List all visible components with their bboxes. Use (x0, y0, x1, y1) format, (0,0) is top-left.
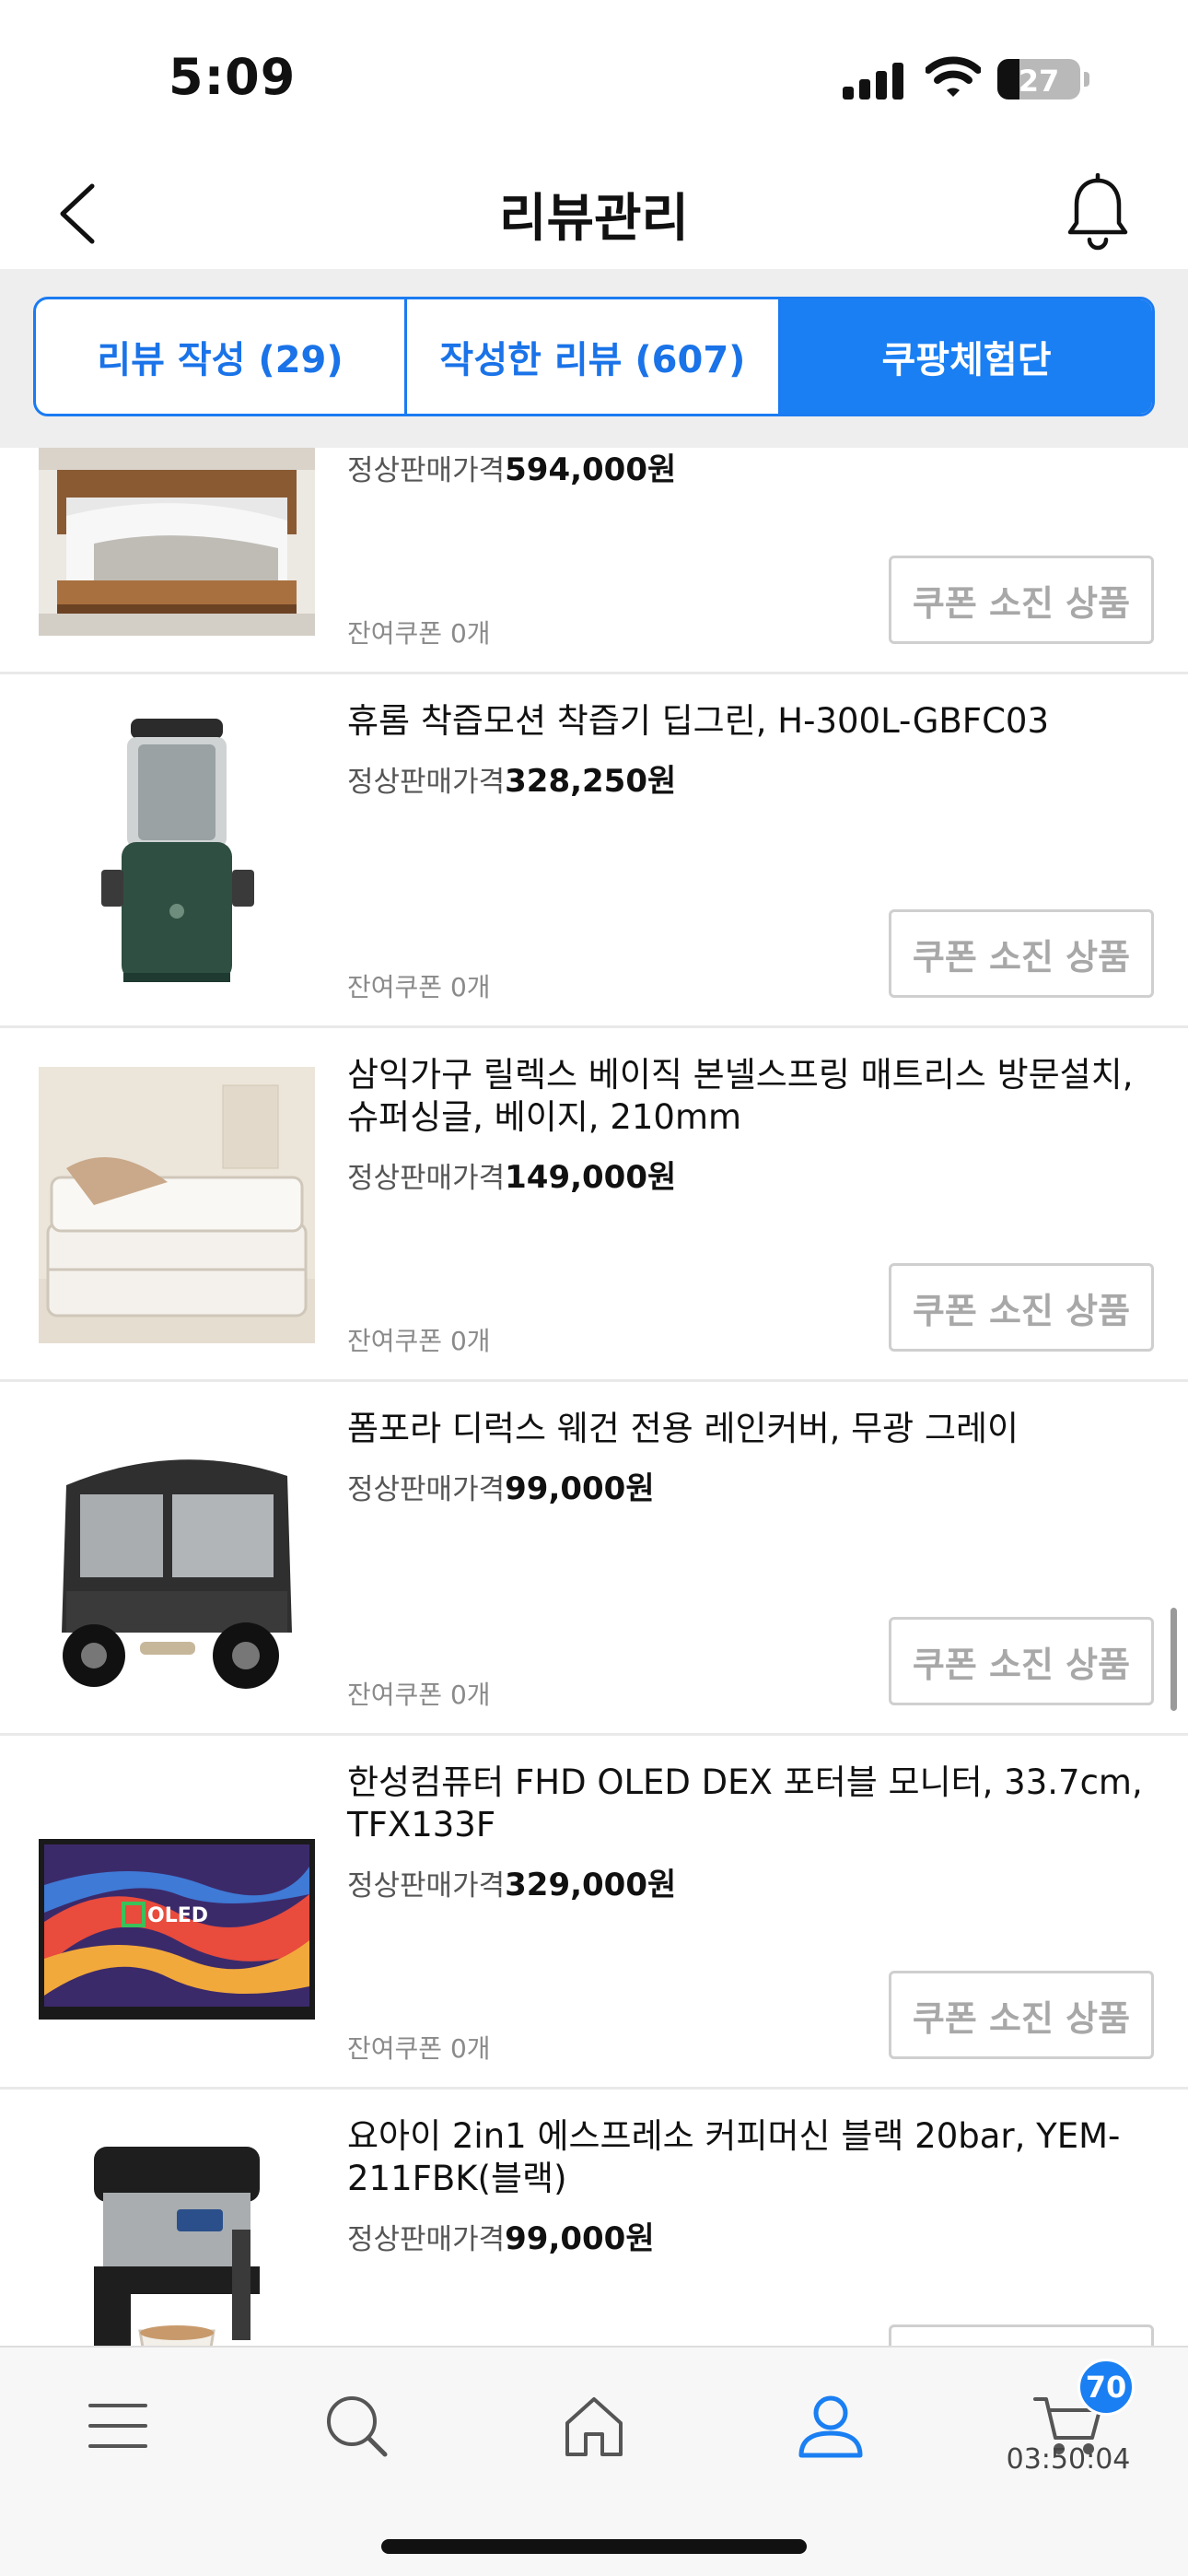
tab-coupang-experience[interactable]: 쿠팡체험단 (781, 299, 1152, 414)
battery-level: 27 (1018, 64, 1060, 99)
status-time: 5:09 (169, 48, 297, 106)
cart-timer: 03:50:04 (1006, 2443, 1131, 2476)
status-bar: 5:09 27 (0, 0, 1188, 157)
price-prefix: 정상판매가격 (347, 1869, 506, 1903)
notification-button[interactable] (1064, 172, 1132, 252)
coupon-soldout-button[interactable]: 쿠폰 소진 상품 (889, 1971, 1154, 2059)
coupon-soldout-button[interactable]: 쿠폰 소진 상품 (889, 1617, 1154, 1705)
product-name: 삼익가구 릴렉스 베이직 본넬스프링 매트리스 방문설치, 슈퍼싱글, 베이지,… (347, 1055, 1134, 1137)
product-price-row: 정상판매가격329,000원 (347, 1859, 676, 1904)
menu-icon (88, 2404, 147, 2448)
home-icon (565, 2397, 623, 2456)
nav-home-button[interactable] (539, 2384, 649, 2467)
page-title: 리뷰관리 (498, 189, 690, 249)
home-indicator[interactable] (381, 2539, 807, 2554)
scroll-indicator[interactable] (1171, 1608, 1177, 1711)
tabs-area: 리뷰 작성 (29) 작성한 리뷰 (607) 쿠팡체험단 (0, 269, 1188, 448)
product-price: 328,250원 (505, 763, 677, 800)
product-price-row: 정상판매가격594,000원 (347, 448, 676, 489)
tab-write-review[interactable]: 리뷰 작성 (29) (36, 299, 407, 414)
product-price: 99,000원 (505, 1470, 655, 1507)
price-prefix: 정상판매가격 (347, 766, 506, 799)
product-name: 요아이 2in1 에스프레소 커피머신 블랙 20bar, YEM-211FBK… (347, 2116, 1121, 2198)
product-name: 휴롬 착즙모션 착즙기 딥그린, H-300L-GBFC03 (347, 701, 1050, 741)
product-price-row: 정상판매가격99,000원 (347, 2213, 655, 2258)
price-prefix: 정상판매가격 (347, 1162, 506, 1195)
coupon-remaining: 잔여쿠폰 0개 (347, 618, 491, 649)
review-tabs: 리뷰 작성 (29) 작성한 리뷰 (607) 쿠팡체험단 (33, 297, 1155, 416)
product-list-viewport: 정상판매가격594,000원 잔여쿠폰 0개 쿠폰 소진 상품 휴롬 착즙모션 … (0, 448, 1188, 2346)
account-icon (798, 2395, 863, 2458)
coupon-soldout-button[interactable]: 쿠폰 소진 상품 (889, 2324, 1154, 2346)
product-price: 594,000원 (505, 451, 677, 488)
product-name: 한성컴퓨터 FHD OLED DEX 포터블 모니터, 33.7cm, TFX1… (347, 1762, 1143, 1844)
monitor-oled-text: OLED (147, 1904, 208, 1927)
header: 리뷰관리 (0, 157, 1188, 269)
product-list: 정상판매가격594,000원 잔여쿠폰 0개 쿠폰 소진 상품 휴롬 착즙모션 … (0, 448, 1188, 2346)
product-price: 329,000원 (505, 1867, 677, 1903)
bed-frame-image (39, 448, 315, 636)
price-prefix: 정상판매가격 (347, 2223, 506, 2256)
coupon-soldout-button[interactable]: 쿠폰 소진 상품 (889, 909, 1154, 998)
cellular-signal-icon (843, 63, 903, 100)
wifi-icon (925, 53, 982, 100)
coupon-remaining: 잔여쿠폰 0개 (347, 972, 491, 1002)
battery-indicator: 27 (997, 59, 1080, 100)
price-prefix: 정상판매가격 (347, 454, 506, 487)
product-item[interactable]: 폼포라 디럭스 웨건 전용 레인커버, 무광 그레이 정상판매가격99,000원… (0, 1382, 1188, 1736)
search-icon (327, 2396, 388, 2457)
product-item[interactable]: 삼익가구 릴렉스 베이직 본넬스프링 매트리스 방문설치, 슈퍼싱글, 베이지,… (0, 1028, 1188, 1382)
portable-monitor-image: OLED (39, 1774, 315, 2051)
nav-menu-button[interactable] (63, 2384, 173, 2467)
coupon-remaining: 잔여쿠폰 0개 (347, 1680, 491, 1710)
product-price: 99,000원 (505, 2220, 655, 2257)
product-item[interactable]: 휴롬 착즙모션 착즙기 딥그린, H-300L-GBFC03 정상판매가격328… (0, 674, 1188, 1028)
product-item[interactable]: OLED 한성컴퓨터 FHD OLED DEX 포터블 모니터, 33.7cm,… (0, 1736, 1188, 2090)
coupon-soldout-button[interactable]: 쿠폰 소진 상품 (889, 556, 1154, 644)
wagon-raincover-image (39, 1421, 315, 1697)
tab-written-reviews[interactable]: 작성한 리뷰 (607) (407, 299, 781, 414)
product-item[interactable]: 요아이 2in1 에스프레소 커피머신 블랙 20bar, YEM-211FBK… (0, 2090, 1188, 2346)
product-price-row: 정상판매가격149,000원 (347, 1152, 676, 1197)
mattress-image (39, 1067, 315, 1343)
nav-search-button[interactable] (301, 2384, 412, 2467)
product-item[interactable]: 정상판매가격594,000원 잔여쿠폰 0개 쿠폰 소진 상품 (0, 448, 1188, 674)
product-name: 폼포라 디럭스 웨건 전용 레인커버, 무광 그레이 (347, 1409, 1019, 1448)
espresso-machine-image (39, 2128, 315, 2346)
price-prefix: 정상판매가격 (347, 1473, 506, 1506)
product-price: 149,000원 (505, 1159, 677, 1196)
coupon-soldout-button[interactable]: 쿠폰 소진 상품 (889, 1263, 1154, 1352)
coupon-remaining: 잔여쿠폰 0개 (347, 1326, 491, 1356)
coupon-remaining: 잔여쿠폰 0개 (347, 2033, 491, 2064)
product-price-row: 정상판매가격328,250원 (347, 755, 676, 801)
cart-count-badge: 70 (1077, 2359, 1135, 2416)
bell-icon (1067, 172, 1128, 251)
juicer-image (39, 713, 315, 989)
nav-account-button[interactable] (775, 2384, 886, 2467)
product-price-row: 정상판매가격99,000원 (347, 1463, 655, 1508)
battery-nub (1084, 72, 1089, 87)
